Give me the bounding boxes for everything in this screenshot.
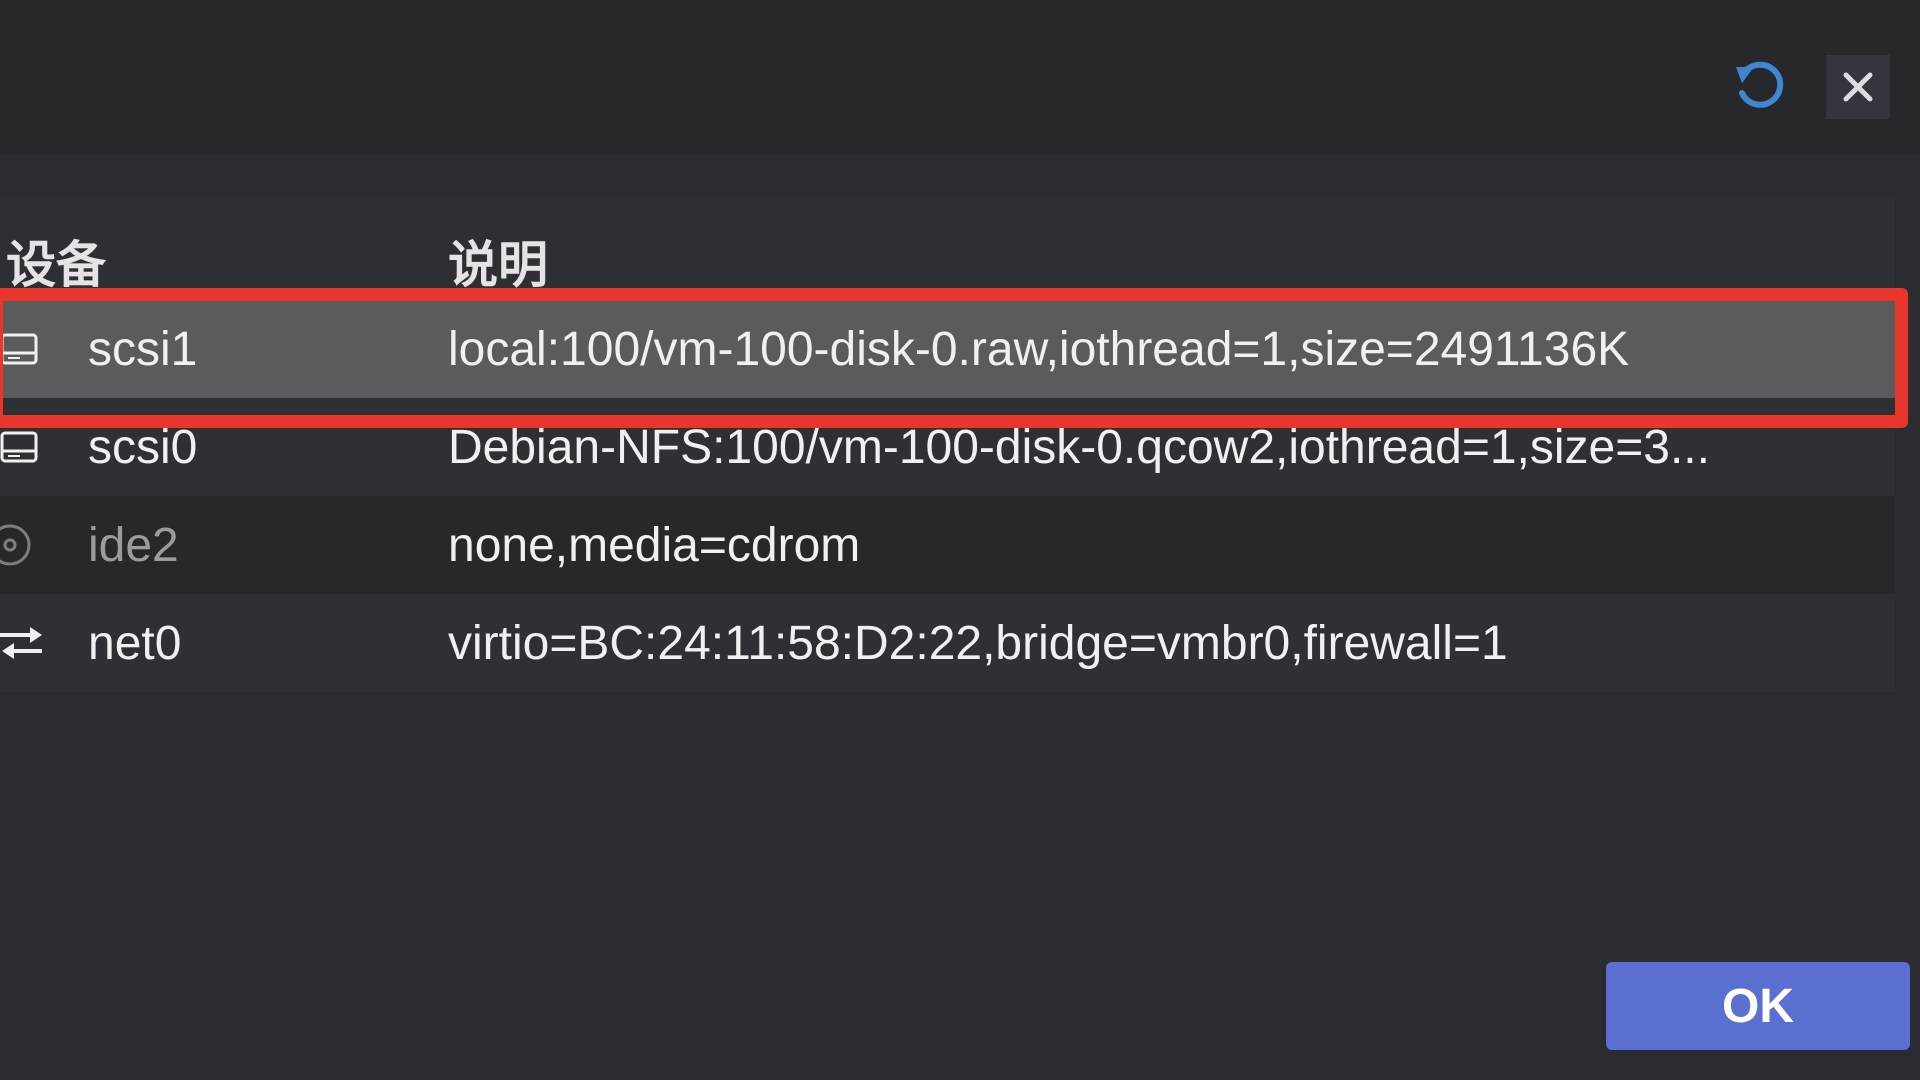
dialog-titlebar xyxy=(0,0,1920,155)
harddisk-icon xyxy=(0,322,48,376)
table-row-ide2[interactable]: ide2 none,media=cdrom xyxy=(0,496,1895,594)
device-description: none,media=cdrom xyxy=(448,519,861,572)
ok-button[interactable]: OK xyxy=(1606,962,1910,1050)
network-icon xyxy=(0,616,48,670)
column-header-description[interactable]: 说明 xyxy=(448,225,548,297)
cdrom-icon xyxy=(0,518,48,572)
harddisk-icon xyxy=(0,420,48,474)
refresh-button[interactable] xyxy=(1728,55,1792,119)
grid-header: 设备 说明 xyxy=(0,195,1895,300)
close-icon xyxy=(1843,72,1873,102)
device-name: ide2 xyxy=(88,519,179,572)
device-description: local:100/vm-100-disk-0.raw,iothread=1,s… xyxy=(448,323,1630,376)
table-row-scsi0[interactable]: scsi0 Debian-NFS:100/vm-100-disk-0.qcow2… xyxy=(0,398,1895,496)
device-name: net0 xyxy=(88,617,182,670)
table-row-scsi1[interactable]: scsi1 local:100/vm-100-disk-0.raw,iothre… xyxy=(0,300,1895,398)
device-name: scsi0 xyxy=(88,421,198,474)
column-header-device[interactable]: 设备 xyxy=(6,225,106,297)
device-description: virtio=BC:24:11:58:D2:22,bridge=vmbr0,fi… xyxy=(448,617,1508,670)
hardware-grid: 设备 说明 scsi1 local:100/vm-100-disk-0.raw,… xyxy=(0,195,1895,692)
close-button[interactable] xyxy=(1826,55,1890,119)
refresh-icon xyxy=(1736,61,1784,108)
hardware-dialog: 设备 说明 scsi1 local:100/vm-100-disk-0.raw,… xyxy=(0,0,1920,1080)
device-description: Debian-NFS:100/vm-100-disk-0.qcow2,iothr… xyxy=(448,421,1710,474)
device-name: scsi1 xyxy=(88,323,198,376)
table-row-net0[interactable]: net0 virtio=BC:24:11:58:D2:22,bridge=vmb… xyxy=(0,594,1895,692)
